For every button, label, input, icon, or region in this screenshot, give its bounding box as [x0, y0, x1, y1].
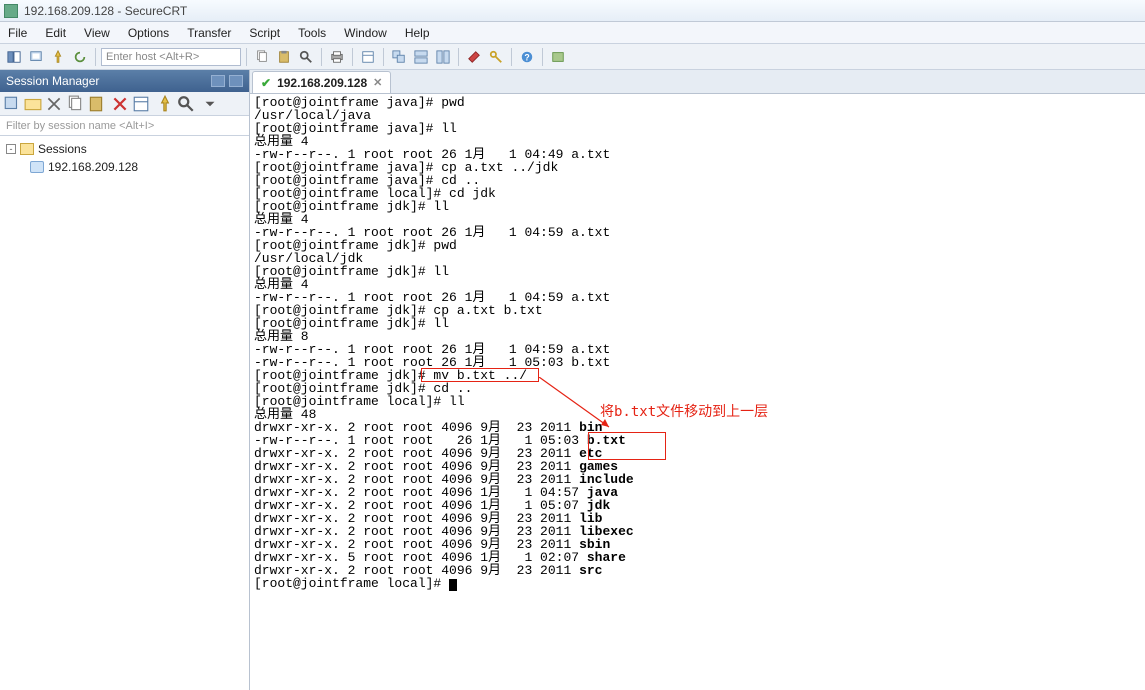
toolbar-help-icon[interactable]: ?	[517, 47, 537, 67]
tree-session-item[interactable]: 192.168.209.128	[2, 158, 247, 176]
session-icon	[30, 161, 44, 173]
toolbar-session-manager-icon[interactable]	[4, 47, 24, 67]
session-manager-panel: Session Manager Filter by session name <…	[0, 70, 250, 690]
menu-window[interactable]: Window	[344, 26, 387, 40]
tree-root[interactable]: - Sessions	[2, 140, 247, 158]
toolbar-paste-icon[interactable]	[274, 47, 294, 67]
menu-view[interactable]: View	[84, 26, 110, 40]
cursor	[449, 579, 457, 591]
toolbar-properties-icon[interactable]	[358, 47, 378, 67]
terminal-line: [root@jointframe local]# ll	[254, 395, 1141, 408]
tab-connected-icon: ✔	[261, 76, 271, 90]
session-delete-icon[interactable]	[111, 95, 129, 113]
session-find-icon[interactable]	[177, 95, 195, 113]
terminal-output[interactable]: [root@jointframe java]# pwd/usr/local/ja…	[250, 94, 1145, 690]
host-placeholder: Enter host <Alt+R>	[106, 51, 199, 63]
menu-transfer[interactable]: Transfer	[187, 26, 231, 40]
menu-help[interactable]: Help	[405, 26, 430, 40]
tab-bar: ✔ 192.168.209.128 ✕	[250, 70, 1145, 94]
toolbar-cascade-icon[interactable]	[389, 47, 409, 67]
session-filter-input[interactable]: Filter by session name <Alt+I>	[0, 116, 249, 136]
menu-edit[interactable]: Edit	[45, 26, 66, 40]
toolbar-key-icon[interactable]	[486, 47, 506, 67]
main-toolbar: Enter host <Alt+R> ?	[0, 44, 1145, 70]
terminal-line: [root@jointframe jdk]# ll	[254, 200, 1141, 213]
session-tree[interactable]: - Sessions 192.168.209.128	[0, 136, 249, 690]
session-toolbar	[0, 92, 249, 116]
menu-tools[interactable]: Tools	[298, 26, 326, 40]
session-copy-icon[interactable]	[66, 95, 84, 113]
terminal-area: ✔ 192.168.209.128 ✕ [root@jointframe jav…	[250, 70, 1145, 690]
toolbar-tile-v-icon[interactable]	[433, 47, 453, 67]
app-icon	[4, 4, 18, 18]
menu-file[interactable]: File	[8, 26, 27, 40]
toolbar-quick-connect-icon[interactable]	[48, 47, 68, 67]
terminal-line: [root@jointframe java]# pwd	[254, 96, 1141, 109]
window-title: 192.168.209.128 - SecureCRT	[24, 4, 187, 18]
menu-options[interactable]: Options	[128, 26, 169, 40]
folder-icon	[20, 143, 34, 155]
tree-toggle-icon[interactable]: -	[6, 144, 16, 154]
toolbar-copy-icon[interactable]	[252, 47, 272, 67]
tree-session-label: 192.168.209.128	[48, 160, 138, 174]
terminal-line: [root@jointframe jdk]# pwd	[254, 239, 1141, 252]
svg-text:?: ?	[524, 52, 529, 62]
session-folder-icon[interactable]	[24, 95, 42, 113]
session-new-icon[interactable]	[3, 95, 21, 113]
title-bar: 192.168.209.128 - SecureCRT	[0, 0, 1145, 22]
menu-bar: File Edit View Options Transfer Script T…	[0, 22, 1145, 44]
toolbar-find-icon[interactable]	[296, 47, 316, 67]
toolbar-extra-icon[interactable]	[548, 47, 568, 67]
session-properties-icon[interactable]	[132, 95, 150, 113]
toolbar-tools-icon[interactable]	[464, 47, 484, 67]
panel-close-icon[interactable]	[229, 75, 243, 87]
session-cut-icon[interactable]	[45, 95, 63, 113]
session-open-icon[interactable]	[156, 95, 174, 113]
tab-close-icon[interactable]: ✕	[373, 76, 382, 89]
tab-active[interactable]: ✔ 192.168.209.128 ✕	[252, 71, 391, 93]
session-manager-title: Session Manager	[6, 74, 99, 88]
host-input[interactable]: Enter host <Alt+R>	[101, 48, 241, 66]
toolbar-print-icon[interactable]	[327, 47, 347, 67]
terminal-line: [root@jointframe jdk]# ll	[254, 317, 1141, 330]
session-manager-header: Session Manager	[0, 70, 249, 92]
panel-pin-icon[interactable]	[211, 75, 225, 87]
tree-root-label: Sessions	[38, 142, 87, 156]
menu-script[interactable]: Script	[249, 26, 280, 40]
toolbar-reconnect-icon[interactable]	[70, 47, 90, 67]
terminal-line: [root@jointframe jdk]# ll	[254, 265, 1141, 278]
tab-label: 192.168.209.128	[277, 76, 367, 90]
session-dropdown-icon[interactable]	[201, 95, 219, 113]
terminal-line: [root@jointframe java]# ll	[254, 122, 1141, 135]
toolbar-tile-h-icon[interactable]	[411, 47, 431, 67]
session-paste-icon[interactable]	[87, 95, 105, 113]
toolbar-connect-icon[interactable]	[26, 47, 46, 67]
session-filter-placeholder: Filter by session name <Alt+I>	[6, 120, 154, 132]
terminal-line: [root@jointframe local]#	[254, 577, 1141, 591]
